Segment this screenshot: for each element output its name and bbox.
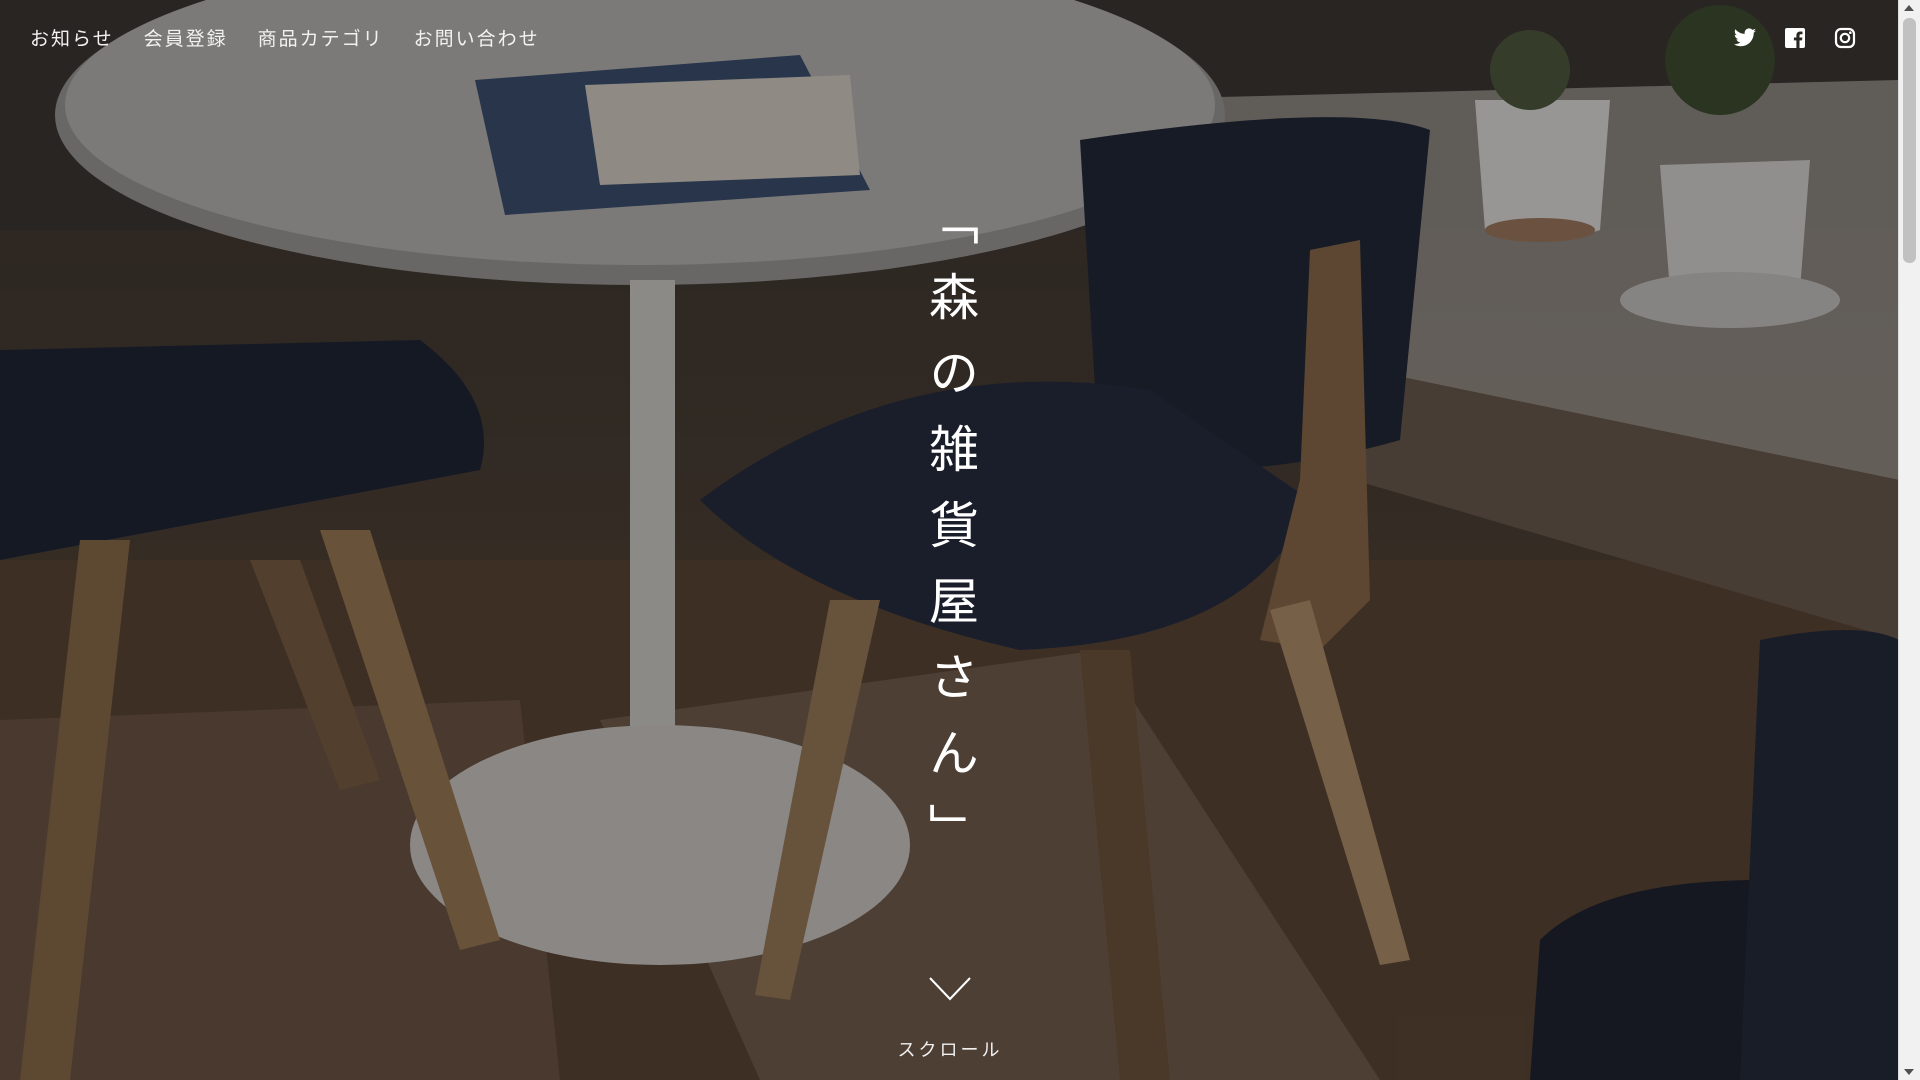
- twitter-icon[interactable]: [1733, 26, 1757, 50]
- hero-section: お知らせ 会員登録 商品カテゴリ お問い合わせ 「森の雑貨屋さん」 スクロール: [0, 0, 1899, 1080]
- scroll-label[interactable]: スクロール: [880, 1036, 1020, 1062]
- chevron-down-icon[interactable]: [928, 975, 972, 1003]
- scroll-down-icon[interactable]: [1904, 1069, 1914, 1075]
- social-links: [1733, 26, 1857, 50]
- scroll-up-icon[interactable]: [1904, 5, 1914, 11]
- hero-title: 「森の雑貨屋さん」: [921, 195, 979, 879]
- nav-item-categories[interactable]: 商品カテゴリ: [258, 24, 384, 51]
- main-nav: お知らせ 会員登録 商品カテゴリ お問い合わせ: [30, 24, 540, 51]
- nav-item-contact[interactable]: お問い合わせ: [414, 24, 540, 51]
- facebook-icon[interactable]: [1783, 26, 1807, 50]
- nav-item-news[interactable]: お知らせ: [30, 24, 114, 51]
- instagram-icon[interactable]: [1833, 26, 1857, 50]
- scrollbar-thumb[interactable]: [1903, 18, 1916, 263]
- page-scrollbar[interactable]: [1898, 0, 1920, 1080]
- nav-item-register[interactable]: 会員登録: [144, 24, 228, 51]
